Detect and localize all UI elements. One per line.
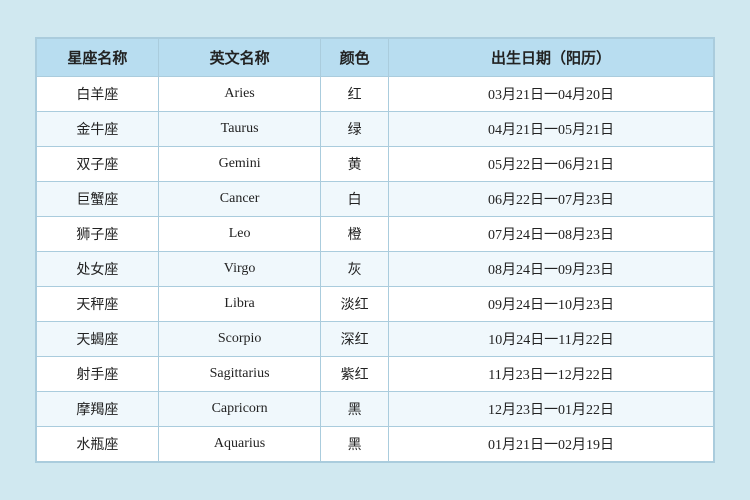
cell-color: 深红	[321, 322, 389, 357]
cell-date: 04月21日一05月21日	[389, 112, 714, 147]
cell-chinese: 水瓶座	[37, 427, 159, 462]
header-color: 颜色	[321, 39, 389, 77]
cell-color: 紫红	[321, 357, 389, 392]
cell-chinese: 天秤座	[37, 287, 159, 322]
cell-color: 红	[321, 77, 389, 112]
cell-english: Libra	[158, 287, 320, 322]
table-row: 金牛座Taurus绿04月21日一05月21日	[37, 112, 714, 147]
cell-english: Aries	[158, 77, 320, 112]
cell-date: 01月21日一02月19日	[389, 427, 714, 462]
cell-date: 06月22日一07月23日	[389, 182, 714, 217]
cell-date: 09月24日一10月23日	[389, 287, 714, 322]
table-row: 天蝎座Scorpio深红10月24日一11月22日	[37, 322, 714, 357]
cell-color: 白	[321, 182, 389, 217]
cell-chinese: 摩羯座	[37, 392, 159, 427]
cell-english: Scorpio	[158, 322, 320, 357]
cell-english: Virgo	[158, 252, 320, 287]
table-body: 白羊座Aries红03月21日一04月20日金牛座Taurus绿04月21日一0…	[37, 77, 714, 462]
cell-chinese: 巨蟹座	[37, 182, 159, 217]
table-row: 双子座Gemini黄05月22日一06月21日	[37, 147, 714, 182]
table-row: 天秤座Libra淡红09月24日一10月23日	[37, 287, 714, 322]
cell-color: 黑	[321, 392, 389, 427]
cell-chinese: 狮子座	[37, 217, 159, 252]
cell-english: Aquarius	[158, 427, 320, 462]
cell-chinese: 金牛座	[37, 112, 159, 147]
header-date: 出生日期（阳历）	[389, 39, 714, 77]
cell-date: 12月23日一01月22日	[389, 392, 714, 427]
cell-english: Cancer	[158, 182, 320, 217]
table-header-row: 星座名称 英文名称 颜色 出生日期（阳历）	[37, 39, 714, 77]
cell-english: Gemini	[158, 147, 320, 182]
cell-date: 10月24日一11月22日	[389, 322, 714, 357]
header-chinese: 星座名称	[37, 39, 159, 77]
table-row: 摩羯座Capricorn黑12月23日一01月22日	[37, 392, 714, 427]
cell-date: 05月22日一06月21日	[389, 147, 714, 182]
cell-date: 03月21日一04月20日	[389, 77, 714, 112]
cell-english: Taurus	[158, 112, 320, 147]
table-row: 白羊座Aries红03月21日一04月20日	[37, 77, 714, 112]
cell-english: Sagittarius	[158, 357, 320, 392]
zodiac-table: 星座名称 英文名称 颜色 出生日期（阳历） 白羊座Aries红03月21日一04…	[36, 38, 714, 462]
cell-color: 黄	[321, 147, 389, 182]
cell-chinese: 射手座	[37, 357, 159, 392]
cell-english: Capricorn	[158, 392, 320, 427]
table-row: 巨蟹座Cancer白06月22日一07月23日	[37, 182, 714, 217]
cell-chinese: 双子座	[37, 147, 159, 182]
table-row: 水瓶座Aquarius黑01月21日一02月19日	[37, 427, 714, 462]
header-english: 英文名称	[158, 39, 320, 77]
cell-date: 08月24日一09月23日	[389, 252, 714, 287]
cell-color: 灰	[321, 252, 389, 287]
zodiac-table-container: 星座名称 英文名称 颜色 出生日期（阳历） 白羊座Aries红03月21日一04…	[35, 37, 715, 463]
cell-color: 黑	[321, 427, 389, 462]
table-row: 射手座Sagittarius紫红11月23日一12月22日	[37, 357, 714, 392]
cell-date: 11月23日一12月22日	[389, 357, 714, 392]
cell-chinese: 白羊座	[37, 77, 159, 112]
cell-color: 橙	[321, 217, 389, 252]
cell-english: Leo	[158, 217, 320, 252]
cell-color: 淡红	[321, 287, 389, 322]
cell-chinese: 处女座	[37, 252, 159, 287]
cell-color: 绿	[321, 112, 389, 147]
cell-chinese: 天蝎座	[37, 322, 159, 357]
table-row: 处女座Virgo灰08月24日一09月23日	[37, 252, 714, 287]
cell-date: 07月24日一08月23日	[389, 217, 714, 252]
table-row: 狮子座Leo橙07月24日一08月23日	[37, 217, 714, 252]
